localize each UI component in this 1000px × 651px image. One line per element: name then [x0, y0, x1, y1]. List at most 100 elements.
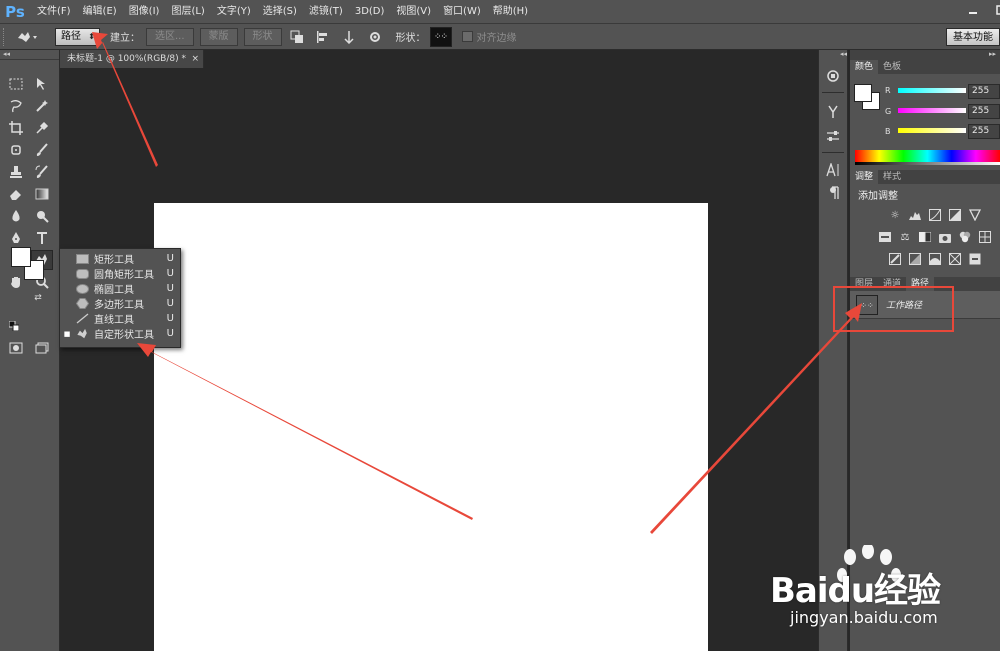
tool-preset-picker[interactable]: [9, 27, 45, 47]
flyout-item-line[interactable]: 直线工具 U: [60, 311, 182, 326]
menu-3d[interactable]: 3D(D): [348, 0, 390, 24]
document-title: 未标题-1 @ 100%(RGB/8) *: [67, 54, 186, 64]
flyout-item-polygon[interactable]: 多边形工具 U: [60, 296, 182, 311]
color-spectrum[interactable]: [855, 150, 1000, 162]
brush-tool[interactable]: [31, 140, 53, 160]
panel-collapse[interactable]: ▸▸: [850, 50, 1000, 60]
lasso-tool[interactable]: [5, 96, 27, 116]
panel-foreground-swatch[interactable]: [854, 84, 872, 102]
posterize-icon[interactable]: [908, 252, 922, 266]
grayscale-ramp[interactable]: [855, 162, 1000, 165]
menu-layer[interactable]: 图层(L): [164, 0, 209, 24]
mode-select[interactable]: 路径 ⬍: [55, 27, 100, 46]
restore-button[interactable]: [986, 0, 1000, 20]
vibrance-icon[interactable]: [968, 208, 982, 222]
slider-r[interactable]: [898, 88, 966, 93]
menu-file[interactable]: 文件(F): [30, 0, 76, 24]
flyout-item-rounded-rectangle[interactable]: 圆角矩形工具 U: [60, 266, 182, 281]
screen-mode-button[interactable]: [31, 338, 53, 358]
gradient-icon: [35, 188, 49, 200]
value-b[interactable]: 255: [968, 124, 1000, 139]
dock-collapse[interactable]: ◂◂: [840, 50, 850, 60]
tool-presets-panel-button[interactable]: [822, 102, 844, 122]
flyout-item-rectangle[interactable]: 矩形工具 U: [60, 251, 182, 266]
tab-color[interactable]: 颜色: [850, 60, 879, 74]
menu-image[interactable]: 图像(I): [122, 0, 165, 24]
history-brush-tool[interactable]: [31, 162, 53, 182]
mode-select-value: 路径: [61, 30, 81, 42]
menu-help[interactable]: 帮助(H): [486, 0, 533, 24]
path-operations-button[interactable]: [286, 27, 308, 47]
shape-picker[interactable]: ⁘⁘: [429, 26, 452, 47]
toolbar-collapse[interactable]: ◂◂: [0, 50, 59, 60]
path-arrangement-button[interactable]: [338, 27, 360, 47]
document-tab[interactable]: 未标题-1 @ 100%(RGB/8) * ×: [60, 50, 204, 68]
exposure-icon[interactable]: [948, 208, 962, 222]
geometry-options-button[interactable]: [364, 27, 386, 47]
restore-icon: [996, 5, 1000, 15]
navigator-panel-button[interactable]: [822, 66, 844, 86]
menu-select[interactable]: 选择(S): [256, 0, 302, 24]
make-mask-button[interactable]: 蒙版: [199, 27, 238, 46]
swap-arrow-icon: ⇄: [34, 293, 42, 303]
spot-healing-tool[interactable]: [5, 140, 27, 160]
brightness-contrast-icon[interactable]: ☼: [888, 208, 902, 222]
slider-g[interactable]: [898, 108, 966, 113]
align-edges-checkbox[interactable]: [461, 31, 473, 42]
threshold-icon[interactable]: [928, 252, 942, 266]
foreground-color-swatch[interactable]: [11, 247, 31, 267]
menu-type[interactable]: 文字(Y): [210, 0, 256, 24]
hue-saturation-icon[interactable]: [878, 230, 892, 244]
color-lookup-icon[interactable]: [978, 230, 992, 244]
color-balance-icon[interactable]: ⚖: [898, 230, 912, 244]
blur-tool[interactable]: [5, 206, 27, 226]
clone-stamp-tool[interactable]: [5, 162, 27, 182]
slider-b[interactable]: [898, 128, 966, 133]
flyout-item-ellipse[interactable]: 椭圆工具 U: [60, 281, 182, 296]
curves-icon[interactable]: [928, 208, 942, 222]
pen-tool[interactable]: [5, 228, 27, 248]
value-r[interactable]: 255: [968, 84, 1000, 99]
marquee-tool[interactable]: [5, 74, 27, 94]
tab-swatches[interactable]: 色板: [878, 60, 906, 74]
value-g[interactable]: 255: [968, 104, 1000, 119]
type-tool[interactable]: [31, 228, 53, 248]
gradient-map-icon[interactable]: [948, 252, 962, 266]
levels-icon[interactable]: [908, 208, 922, 222]
make-selection-button[interactable]: 选区...: [146, 27, 194, 46]
minimize-button[interactable]: [958, 0, 988, 20]
eyedropper-tool[interactable]: [31, 118, 53, 138]
path-alignment-button[interactable]: [312, 27, 334, 47]
brush-presets-panel-button[interactable]: [822, 126, 844, 146]
swap-colors-button[interactable]: ⇄: [32, 292, 44, 304]
photo-filter-icon[interactable]: [938, 230, 952, 244]
move-tool[interactable]: [31, 74, 53, 94]
black-white-icon[interactable]: [918, 230, 932, 244]
pen-icon: [12, 232, 20, 243]
gradient-tool[interactable]: [31, 184, 53, 204]
tab-adjustments[interactable]: 调整: [850, 170, 879, 184]
dodge-tool[interactable]: [31, 206, 53, 226]
menu-window[interactable]: 窗口(W): [436, 0, 486, 24]
selective-color-icon[interactable]: [968, 252, 982, 266]
eraser-tool[interactable]: [5, 184, 27, 204]
tab-styles[interactable]: 样式: [878, 170, 906, 184]
adjustments-title: 添加调整: [858, 191, 898, 202]
flyout-item-custom-shape[interactable]: ■ 自定形状工具 U: [60, 326, 182, 341]
invert-icon[interactable]: [888, 252, 902, 266]
quick-mask-button[interactable]: [5, 338, 27, 358]
paragraph-panel-button[interactable]: [822, 183, 844, 203]
menu-view[interactable]: 视图(V): [389, 0, 436, 24]
workspace-switcher[interactable]: 基本功能: [946, 28, 1000, 46]
character-panel-button[interactable]: [822, 160, 844, 180]
document-canvas[interactable]: [154, 203, 708, 651]
close-icon[interactable]: ×: [191, 50, 199, 68]
menu-filter[interactable]: 滤镜(T): [302, 0, 348, 24]
quick-selection-tool[interactable]: [31, 96, 53, 116]
dock-separator: [822, 152, 844, 153]
channel-mixer-icon[interactable]: [958, 230, 972, 244]
default-colors-button[interactable]: [7, 320, 21, 332]
crop-tool[interactable]: [5, 118, 27, 138]
menu-edit[interactable]: 编辑(E): [76, 0, 122, 24]
make-shape-button[interactable]: 形状: [243, 27, 282, 46]
